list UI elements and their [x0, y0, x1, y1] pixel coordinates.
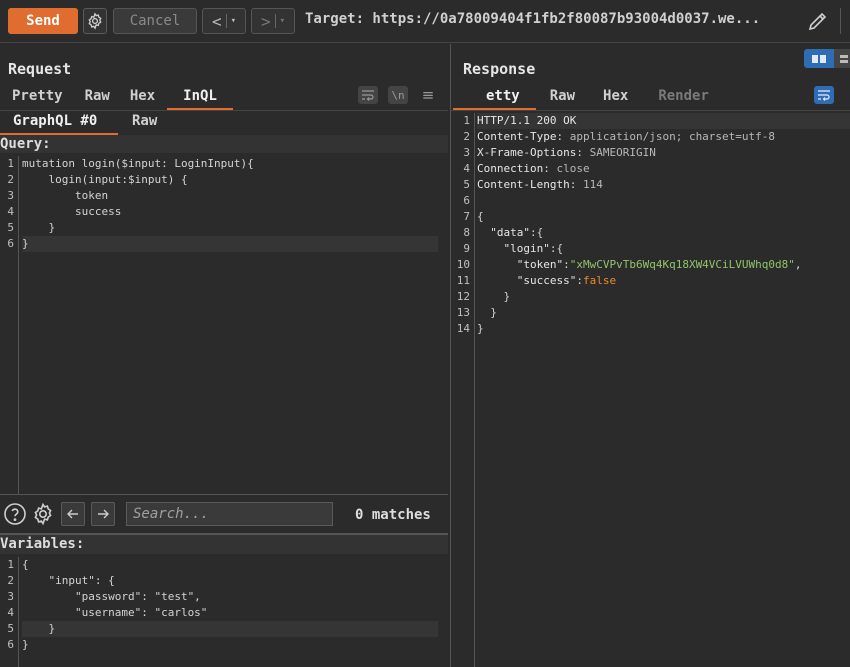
- tab-hex[interactable]: Hex: [587, 86, 640, 110]
- tab-raw[interactable]: Raw: [75, 86, 122, 110]
- query-label: Query:: [0, 135, 448, 153]
- newline-toggle[interactable]: \n: [388, 86, 408, 104]
- request-panel: Request Pretty Raw Hex InQL \n ≡ GraphQL…: [0, 44, 450, 667]
- code-line: "username": "carlos": [22, 606, 208, 619]
- forward-history-dropdown[interactable]: ▾: [280, 16, 285, 26]
- response-gutter: 1 2 3 4 5 6 7 8 9 10 11 12 13 14: [451, 113, 475, 667]
- header-line: X-Frame-Options: SAMEORIGIN: [477, 146, 656, 159]
- json-line: {: [477, 210, 484, 223]
- toolbar: Send Cancel < ▾ > ▾ Target: https://0a78…: [0, 0, 850, 43]
- layout-icon: [840, 54, 848, 63]
- forward-button[interactable]: > ▾: [251, 8, 295, 34]
- json-line: }: [477, 322, 484, 335]
- request-title: Request: [8, 60, 72, 78]
- search-previous-button[interactable]: [61, 502, 85, 526]
- subtab-graphql-0[interactable]: GraphQL #0: [0, 111, 118, 135]
- tab-pretty[interactable]: Pretty: [0, 86, 75, 110]
- layout-side-by-side-toggle[interactable]: [804, 49, 834, 68]
- search-input[interactable]: [126, 502, 333, 526]
- variables-editor[interactable]: 1 2 3 4 5 6 { "input": { "password": "te…: [0, 557, 448, 667]
- arrow-left-icon: [67, 509, 78, 519]
- code-line: "input": {: [22, 574, 115, 587]
- tab-pretty[interactable]: etty: [453, 86, 536, 110]
- header-line: Content-Type: application/json; charset=…: [477, 130, 776, 143]
- search-next-button[interactable]: [91, 502, 115, 526]
- tab-render: Render: [658, 88, 709, 104]
- gear-icon: [88, 12, 102, 30]
- tab-hex[interactable]: Hex: [122, 86, 167, 110]
- response-tabs: etty Raw Hex Render: [453, 86, 721, 110]
- variables-code: { "input": { "password": "test", "userna…: [22, 557, 438, 653]
- header-line: Content-Length: 114: [477, 178, 603, 191]
- response-code: HTTP/1.1 200 OK Content-Type: applicatio…: [477, 113, 850, 337]
- code-line: mutation login($input: LoginInput){: [22, 157, 254, 170]
- code-line-current: }: [22, 621, 438, 637]
- search-match-count: 0 matches: [355, 507, 431, 523]
- code-line: {: [22, 558, 29, 571]
- toolbar-divider: [840, 8, 841, 34]
- wrap-icon: [362, 90, 374, 101]
- response-editor[interactable]: 1 2 3 4 5 6 7 8 9 10 11 12 13 14 HTTP/1.…: [451, 113, 850, 667]
- code-line: login(input:$input) {: [22, 173, 188, 186]
- target-url: Target: https://0a78009404f1fb2f80087b93…: [305, 11, 761, 27]
- json-line: "token":"xMwCVPvTb6Wq4Kq18XW4VCiLVUWhq0d…: [516, 258, 802, 271]
- query-code: mutation login($input: LoginInput){ logi…: [22, 156, 438, 252]
- subtab-raw[interactable]: Raw: [118, 111, 169, 135]
- response-panel: Response etty Raw Hex Render 1 2 3 4 5 6…: [451, 44, 850, 667]
- pencil-icon[interactable]: [806, 9, 830, 33]
- json-line: }: [503, 290, 511, 303]
- json-line: "login":{: [503, 242, 564, 255]
- layout-icon: [812, 54, 826, 63]
- menu-button[interactable]: ≡: [418, 86, 438, 104]
- request-tabs: Pretty Raw Hex InQL: [0, 86, 233, 110]
- layout-stacked-toggle[interactable]: [834, 49, 850, 68]
- wrap-toggle[interactable]: [814, 86, 834, 104]
- code-line: }: [22, 221, 56, 234]
- json-line: }: [490, 306, 497, 319]
- code-line: token: [22, 189, 109, 202]
- code-line: success: [22, 205, 122, 218]
- wrap-icon: [818, 90, 830, 101]
- variables-label: Variables:: [0, 535, 448, 554]
- code-line: }: [22, 638, 29, 651]
- forward-label: >: [260, 11, 271, 31]
- query-gutter: 1 2 3 4 5 6: [0, 156, 19, 494]
- search-bar: 0 matches: [0, 494, 448, 534]
- help-icon[interactable]: [3, 502, 27, 526]
- settings-button[interactable]: [83, 8, 107, 34]
- status-line: HTTP/1.1 200 OK: [477, 113, 850, 129]
- json-line: "success":false: [516, 274, 617, 287]
- back-label: <: [211, 11, 222, 31]
- code-line-current: }: [22, 236, 438, 252]
- json-line: "data":{: [490, 226, 544, 239]
- query-editor[interactable]: 1 2 3 4 5 6 mutation login($input: Login…: [0, 156, 448, 494]
- header-line: Connection: close: [477, 162, 590, 175]
- inql-subtabs: GraphQL #0 Raw: [0, 111, 169, 135]
- response-title: Response: [463, 60, 536, 78]
- cancel-button[interactable]: Cancel: [113, 8, 197, 34]
- gear-icon[interactable]: [31, 502, 55, 526]
- tab-raw[interactable]: Raw: [536, 86, 587, 110]
- arrow-right-icon: [98, 509, 109, 519]
- code-line: "password": "test",: [22, 590, 201, 603]
- back-button[interactable]: < ▾: [202, 8, 246, 34]
- variables-gutter: 1 2 3 4 5 6: [0, 557, 19, 667]
- wrap-toggle[interactable]: [358, 86, 378, 104]
- send-button[interactable]: Send: [8, 8, 78, 34]
- back-history-dropdown[interactable]: ▾: [231, 16, 236, 26]
- tab-inql[interactable]: InQL: [167, 86, 233, 110]
